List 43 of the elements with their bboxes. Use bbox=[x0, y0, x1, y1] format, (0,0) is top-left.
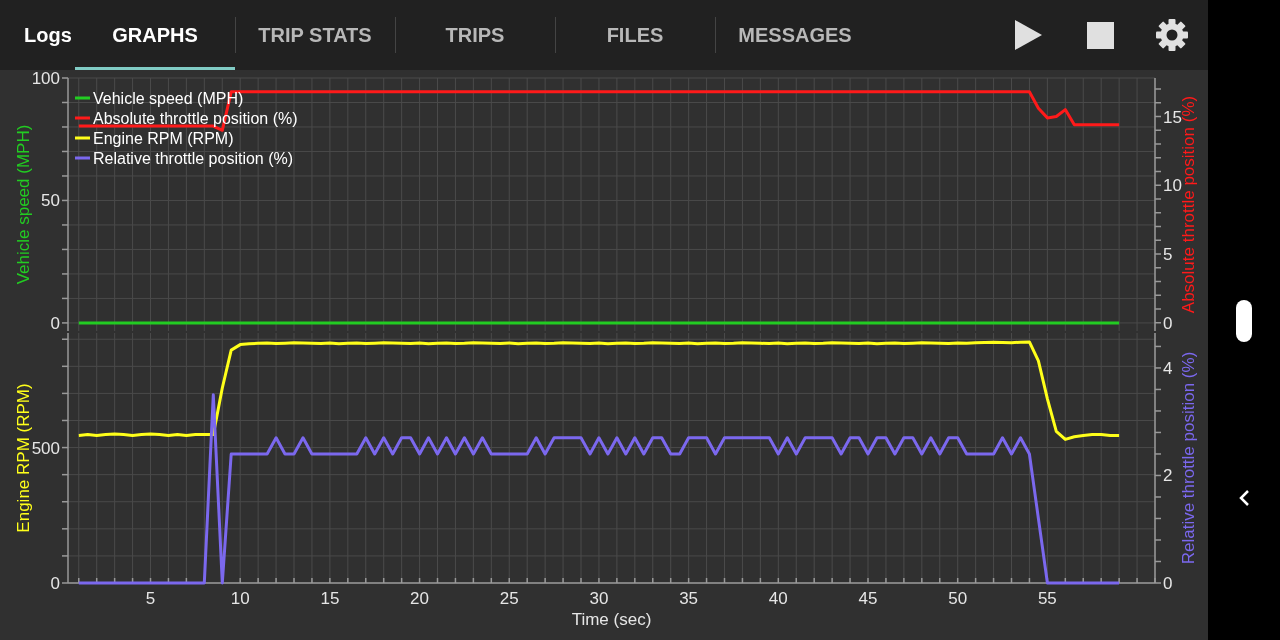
app-title: Logs bbox=[23, 23, 73, 47]
tab[interactable]: GRAPHS bbox=[75, 0, 235, 70]
axis-title: Engine RPM (RPM) bbox=[14, 383, 33, 533]
axis-tick-label: 10 bbox=[230, 589, 250, 608]
stop-icon bbox=[1086, 21, 1114, 49]
axis-tick-label: 30 bbox=[589, 589, 609, 608]
axis-tick-label: 25 bbox=[499, 589, 519, 608]
tab[interactable]: FILES bbox=[555, 0, 715, 70]
axis-tick-label: 2 bbox=[1163, 466, 1173, 486]
axis-tick-label: 5 bbox=[145, 589, 156, 608]
tab[interactable]: TRIP STATS bbox=[235, 0, 395, 70]
settings-icon bbox=[1156, 19, 1188, 51]
tab[interactable]: MESSAGES bbox=[715, 0, 875, 70]
axis-tick-label: 35 bbox=[679, 589, 699, 608]
axis-tick-label: 55 bbox=[1037, 589, 1057, 608]
legend-swatch bbox=[75, 136, 90, 140]
axis-title: Relative throttle position (%) bbox=[1179, 351, 1198, 565]
axis-tick-label: 15 bbox=[320, 589, 340, 608]
legend-swatch bbox=[75, 96, 90, 100]
axis-title: Vehicle speed (MPH) bbox=[14, 124, 33, 285]
axis-tick-label: 0 bbox=[1163, 574, 1173, 593]
axis-tick-label: 0 bbox=[50, 313, 60, 332]
legend-label: Relative throttle position (%) bbox=[93, 150, 294, 167]
axis-tick-label: 20 bbox=[410, 589, 430, 608]
axis-tick-label: 5 bbox=[1163, 245, 1173, 264]
tab[interactable]: TRIPS bbox=[395, 0, 555, 70]
axis-tick-label: 50 bbox=[41, 191, 60, 211]
axis-tick-label: 45 bbox=[858, 589, 878, 608]
axis-title: Time (sec) bbox=[571, 610, 652, 629]
axis-tick-label: 0 bbox=[1163, 313, 1173, 332]
axis-tick-label: 4 bbox=[1163, 358, 1173, 378]
play-icon bbox=[1014, 20, 1042, 50]
axis-tick-label: 15 bbox=[1163, 107, 1182, 127]
back-icon[interactable] bbox=[1238, 489, 1250, 507]
home-handle[interactable] bbox=[1236, 300, 1252, 342]
legend-swatch bbox=[75, 116, 90, 120]
legend-label: Engine RPM (RPM) bbox=[93, 130, 234, 147]
axis-tick-label: 500 bbox=[31, 438, 60, 458]
axis-tick-label: 100 bbox=[31, 70, 60, 88]
axis-tick-label: 40 bbox=[768, 589, 788, 608]
legend-swatch bbox=[75, 156, 90, 160]
axis-tick-label: 50 bbox=[948, 589, 968, 608]
axis-tick-label: 0 bbox=[50, 574, 60, 593]
